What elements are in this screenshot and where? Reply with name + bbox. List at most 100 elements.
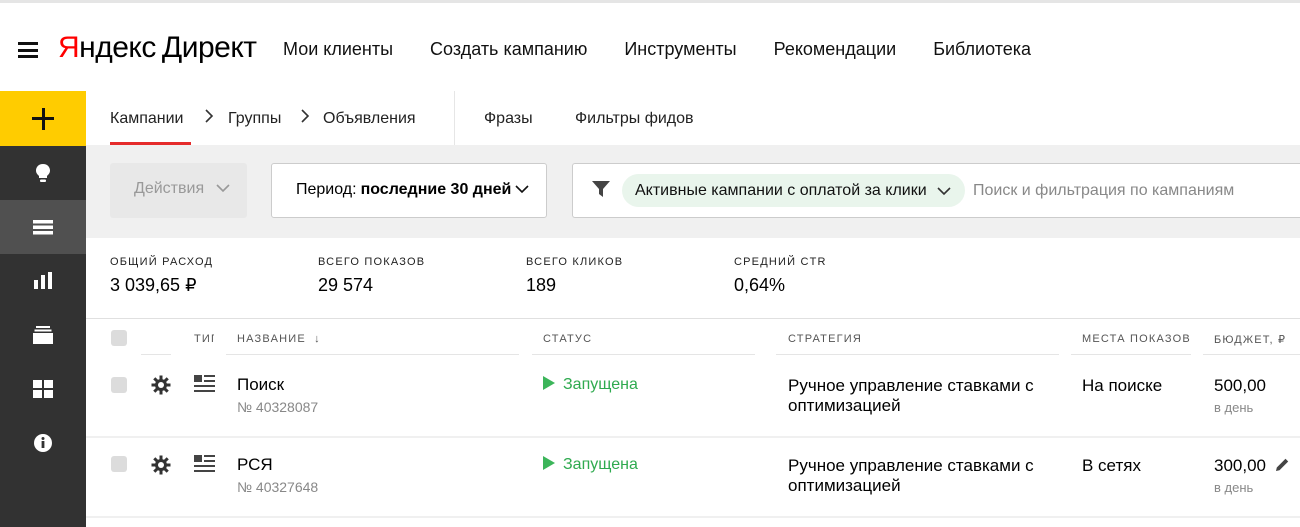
select-all-checkbox[interactable] [111,330,127,346]
play-icon [543,376,555,390]
lightbulb-icon [33,163,53,183]
text-ad-type-icon [194,375,215,393]
header-divider [1071,354,1191,355]
sidebar-item-recommendations[interactable] [0,146,86,200]
chevron-right-icon [300,108,310,128]
header-name[interactable]: Название ↓ [237,333,321,345]
stat-total-spend: Общий расход 3 039,65 ₽ [110,256,213,296]
nav-recommendations[interactable]: Рекомендации [774,39,897,60]
header-status[interactable]: Статус [543,333,592,345]
stat-label: Средний CTR [734,256,827,268]
strategy-text: Ручное управление ставками с оптимизацие… [788,456,1058,496]
campaign-name[interactable]: РСЯ [237,455,273,475]
bar-chart-icon [33,271,53,291]
sidebar-item-library[interactable] [0,308,86,362]
info-icon [33,433,53,453]
campaign-name[interactable]: Поиск [237,375,284,395]
stat-average-ctr: Средний CTR 0,64% [734,256,827,296]
header-divider [141,354,171,355]
header-divider [226,354,519,355]
actions-button[interactable]: Действия [110,163,247,218]
header-budget[interactable]: Бюджет, ₽ [1214,333,1286,346]
chevron-down-icon [216,184,230,193]
strategy-text: Ручное управление ставками с оптимизацие… [788,376,1058,416]
stat-label: Всего кликов [526,256,623,268]
tab-campaigns[interactable]: Кампании [110,110,184,128]
status-running: Запущена [543,376,638,394]
toolbar: Действия Период:последние 30 дней Активн… [86,145,1300,238]
sort-arrow-icon: ↓ [314,333,321,345]
budget-value[interactable]: 300,00 [1214,456,1266,476]
stat-value: 3 039,65 ₽ [110,275,213,296]
header-divider [532,354,755,355]
sidebar-item-info[interactable] [0,416,86,470]
nav-create-campaign[interactable]: Создать кампанию [430,39,587,60]
nav-library[interactable]: Библиотека [933,39,1031,60]
budget-period: в день [1214,480,1253,495]
row-checkbox[interactable] [111,377,127,393]
grid-icon [33,379,53,399]
top-bar: ЯндексДирект Мои клиенты Создать кампани… [0,0,1300,91]
list-icon [33,217,53,237]
sidebar-item-statistics[interactable] [0,254,86,308]
sidebar [0,91,86,527]
filter-icon[interactable] [592,180,610,198]
stack-icon [33,325,53,345]
chevron-right-icon [204,108,214,128]
play-icon [543,456,555,470]
chevron-down-icon [515,185,529,194]
actions-label: Действия [134,180,204,197]
gear-icon[interactable] [151,455,171,475]
header-divider [1203,354,1300,355]
tab-ads[interactable]: Объявления [323,110,416,128]
pencil-icon[interactable] [1275,457,1290,472]
logo[interactable]: ЯндексДирект [58,31,257,65]
budget-value[interactable]: 500,00 [1214,376,1266,396]
filter-chip[interactable]: Активные кампании с оплатой за клики [622,174,965,207]
stat-total-impressions: Всего показов 29 574 [318,256,425,296]
chevron-down-icon [937,187,951,196]
stat-value: 29 574 [318,275,425,296]
status-label: Запущена [563,376,638,393]
table-row[interactable]: РСЯ № 40327648 Запущена Ручное управлени… [86,438,1300,518]
row-divider [86,516,1300,518]
placement-text: В сетях [1082,456,1141,476]
header-type[interactable]: Тип [194,333,214,345]
sidebar-item-campaigns[interactable] [0,200,86,254]
status-label: Запущена [563,456,638,473]
stats-bar: Общий расход 3 039,65 ₽ Всего показов 29… [86,238,1300,318]
placement-text: На поиске [1082,376,1162,396]
add-button[interactable] [0,91,86,146]
stat-label: Всего показов [318,256,425,268]
campaign-number: № 40328087 [237,399,318,415]
filter-box: Активные кампании с оплатой за клики [572,163,1300,218]
header-divider [776,354,1059,355]
campaign-number: № 40327648 [237,479,318,495]
filter-chip-label: Активные кампании с оплатой за клики [635,182,927,199]
status-running: Запущена [543,456,638,474]
row-checkbox[interactable] [111,456,127,472]
tab-phrases[interactable]: Фразы [484,110,533,128]
text-ad-type-icon [194,455,215,473]
sidebar-item-apps[interactable] [0,362,86,416]
period-value: последние 30 дней [361,181,512,198]
header-placement[interactable]: Места показов [1082,333,1191,345]
menu-icon[interactable] [18,42,38,58]
table-row[interactable]: Поиск № 40328087 Запущена Ручное управле… [86,356,1300,436]
nav-my-clients[interactable]: Мои клиенты [283,39,393,60]
divider [454,91,455,145]
search-input[interactable] [973,175,1293,207]
top-nav: Мои клиенты Создать кампанию Инструменты… [283,39,1031,60]
header-strategy[interactable]: Стратегия [788,333,862,345]
period-label: Период: [296,181,357,198]
stat-total-clicks: Всего кликов 189 [526,256,623,296]
stat-label: Общий расход [110,256,213,268]
tab-feed-filters[interactable]: Фильтры фидов [575,110,694,128]
stat-value: 189 [526,275,623,296]
gear-icon[interactable] [151,375,171,395]
period-select[interactable]: Период:последние 30 дней [271,163,547,218]
campaigns-table: Тип Название ↓ Статус Стратегия Места по… [86,318,1300,527]
tab-groups[interactable]: Группы [228,110,281,128]
stat-value: 0,64% [734,275,827,296]
nav-tools[interactable]: Инструменты [624,39,736,60]
